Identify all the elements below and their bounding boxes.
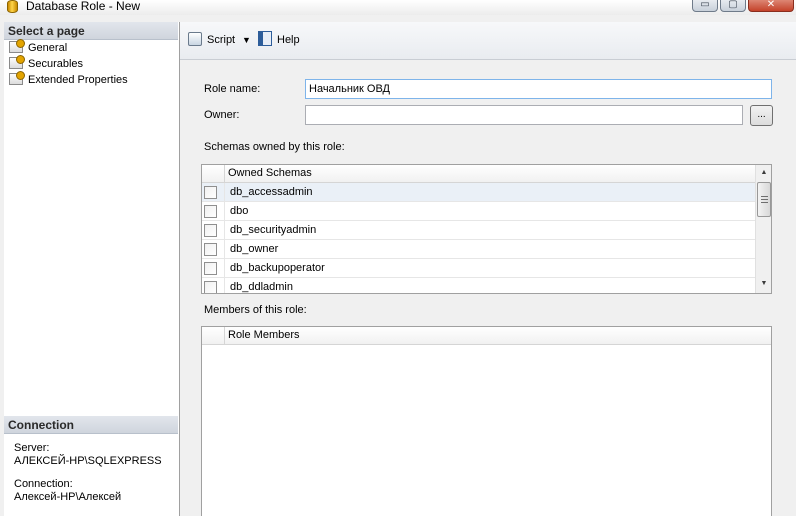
- scrollbar-thumb[interactable]: [757, 182, 771, 217]
- page-item-label: Securables: [28, 58, 84, 70]
- page-wrench-icon: [9, 55, 25, 69]
- schema-row[interactable]: db_owner: [202, 240, 755, 259]
- toolbar: Script ▼ Help: [180, 22, 796, 60]
- schema-name: db_accessadmin: [230, 186, 313, 198]
- help-label: Help: [277, 34, 300, 46]
- left-panel: Select a page General Securables Extende…: [4, 22, 180, 516]
- script-dropdown-icon[interactable]: ▼: [242, 31, 251, 49]
- maximize-button[interactable]: ▢: [720, 0, 746, 12]
- role-members-header-label: Role Members: [228, 329, 300, 341]
- schema-checkbox[interactable]: [204, 281, 217, 293]
- page-item-extended-properties[interactable]: Extended Properties: [9, 71, 128, 89]
- database-icon: [7, 0, 18, 13]
- owner-browse-button[interactable]: ...: [750, 105, 773, 126]
- page-wrench-icon: [9, 39, 25, 53]
- page-item-label: Extended Properties: [28, 74, 128, 86]
- schema-name: db_ddladmin: [230, 281, 293, 293]
- schema-checkbox[interactable]: [204, 224, 217, 237]
- schema-row[interactable]: db_ddladmin: [202, 278, 755, 293]
- schema-name: db_securityadmin: [230, 224, 317, 236]
- owned-schemas-grid: Owned Schemas db_accessadmin dbo db_secu…: [201, 164, 772, 294]
- owned-schemas-header-label: Owned Schemas: [228, 167, 312, 179]
- schema-row[interactable]: db_securityadmin: [202, 221, 755, 240]
- script-button[interactable]: Script: [188, 31, 235, 49]
- right-panel: Script ▼ Help Role name: Owner: ... Sche…: [180, 22, 796, 516]
- owner-label: Owner:: [204, 109, 240, 121]
- server-value: АЛЕКСЕЙ-HP\SQLEXPRESS: [14, 455, 162, 467]
- connection-value: Алексей-HP\Алексей: [14, 491, 122, 503]
- schema-checkbox[interactable]: [204, 262, 217, 275]
- window-title: Database Role - New: [26, 0, 141, 13]
- page-item-label: General: [28, 42, 68, 54]
- schema-checkbox[interactable]: [204, 243, 217, 256]
- connection-label: Connection:: [14, 478, 73, 490]
- role-members-header: Role Members: [202, 327, 771, 345]
- schema-row[interactable]: dbo: [202, 202, 755, 221]
- role-name-input[interactable]: [305, 79, 772, 99]
- role-name-label: Role name:: [204, 83, 261, 95]
- owned-schemas-header: Owned Schemas: [202, 165, 755, 183]
- schema-name: db_owner: [230, 243, 279, 255]
- schemas-label: Schemas owned by this role:: [204, 141, 345, 153]
- script-icon: [188, 32, 202, 46]
- scroll-up-icon[interactable]: ▲: [756, 165, 771, 181]
- select-page-header: Select a page: [4, 22, 178, 40]
- minimize-button[interactable]: ▭: [692, 0, 718, 12]
- schema-row[interactable]: db_accessadmin: [202, 183, 755, 202]
- connection-header: Connection: [4, 416, 178, 434]
- title-bar: Database Role - New ▭ ▢ ✕: [0, 0, 796, 15]
- schema-checkbox[interactable]: [204, 186, 217, 199]
- schema-checkbox[interactable]: [204, 205, 217, 218]
- page-wrench-icon: [9, 71, 25, 85]
- role-members-grid: Role Members: [201, 326, 772, 516]
- script-label: Script: [207, 34, 236, 46]
- schemas-scrollbar[interactable]: ▲ ▼: [755, 165, 771, 293]
- members-label: Members of this role:: [204, 304, 307, 316]
- help-button[interactable]: Help: [258, 31, 300, 49]
- schema-name: dbo: [230, 205, 249, 217]
- server-label: Server:: [14, 442, 50, 454]
- schema-name: db_backupoperator: [230, 262, 325, 274]
- close-button[interactable]: ✕: [748, 0, 794, 12]
- schema-row[interactable]: db_backupoperator: [202, 259, 755, 278]
- general-page: Role name: Owner: ... Schemas owned by t…: [180, 60, 796, 516]
- owner-input[interactable]: [305, 105, 743, 125]
- scroll-down-icon[interactable]: ▼: [756, 276, 771, 292]
- help-book-icon: [258, 31, 272, 46]
